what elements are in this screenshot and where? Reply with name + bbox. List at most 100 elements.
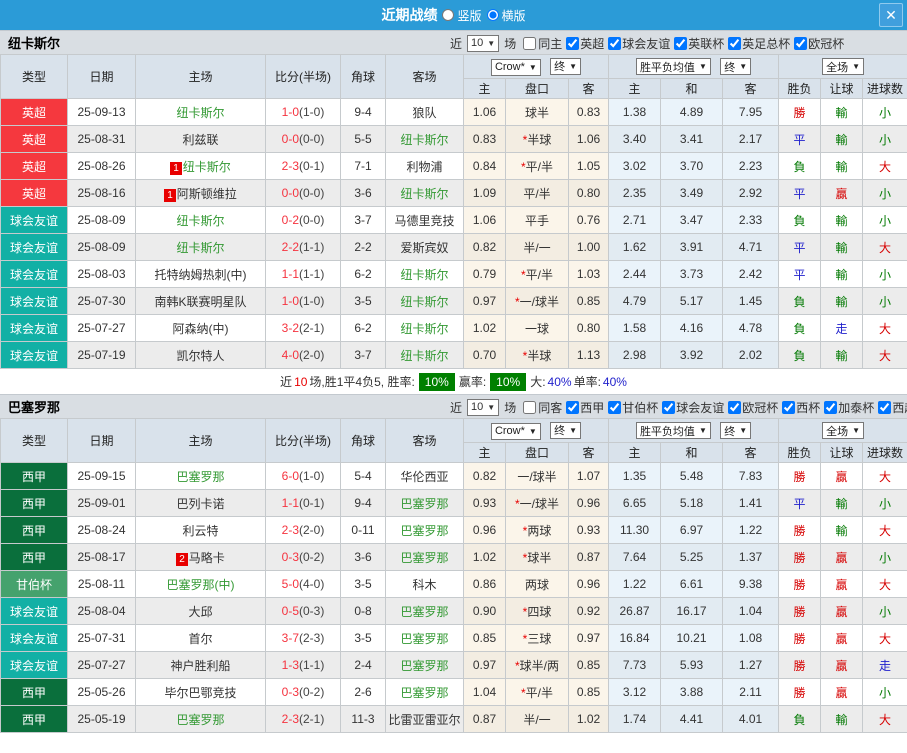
score: 1-3(1-1) [265,651,341,679]
league-filter-checkbox[interactable]: 球会友谊 [658,399,724,416]
handicap: *一/球半 [505,489,569,517]
odds-home: 0.97 [463,287,506,315]
close-icon[interactable]: ✕ [879,3,903,27]
corners: 3-6 [340,179,386,207]
home-team: 毕尔巴鄂竞技 [135,678,266,706]
home-team: 巴塞罗那 [135,462,266,490]
handicap: *三球 [505,624,569,652]
bookmaker-select[interactable]: Crow* ▼ [490,58,541,76]
filter-bar: 近 10 ▼ 场 同主 英超 球会友谊 英联杯 英足总杯 欧冠杯 [448,31,844,55]
league-checkbox-input[interactable] [878,400,892,414]
league-filter-checkbox[interactable]: 英超 [562,35,604,52]
result-group: 全场 ▼ [778,418,907,443]
result-wdl: 負 [778,152,822,180]
odds-home: 0.70 [463,341,506,369]
corners: 0-8 [340,597,386,625]
avg-draw: 5.93 [660,651,724,679]
odds-home: 0.86 [463,570,506,598]
match-row: 球会友谊 25-07-27 阿森纳(中) 3-2(2-1) 6-2 纽卡斯尔 1.02 一球 0… [0,314,907,342]
result-wdl: 負 [778,314,822,342]
league-filter-checkbox[interactable]: 欧冠杯 [790,35,844,52]
result-goals: 大 [862,152,907,180]
avg-stage-select[interactable]: 终 ▼ [720,422,752,439]
league-checkbox-input[interactable] [662,400,676,414]
avg-select[interactable]: 胜平负均值 ▼ [635,58,711,75]
result-goals: 小 [862,543,907,571]
league-filter-checkbox[interactable]: 西杯 [778,399,820,416]
win-rate-badge: 10% [418,372,455,391]
match-count-select[interactable]: 10 ▼ [467,398,500,416]
result-wdl: 勝 [778,678,822,706]
handicap-changed-star: * [522,132,528,147]
radio-horizontal-input[interactable] [486,9,499,21]
odds-stage-select[interactable]: 终 ▼ [550,57,582,75]
same-venue-input[interactable] [523,36,537,50]
handicap: *半球 [505,125,569,153]
corners: 9-4 [340,489,386,517]
same-venue-input[interactable] [523,400,537,414]
league-filter-checkbox[interactable]: 英足总杯 [724,35,790,52]
handicap: 半/一 [505,705,569,733]
filter-bar: 近 10▼ 场 同客 西甲甘伯杯球会友谊欧冠杯西杯加泰杯西超杯 [448,395,907,419]
league-checkbox-input[interactable] [728,36,742,50]
league-checkbox-input[interactable] [794,36,808,50]
league-filter-checkbox[interactable]: 西超杯 [874,399,907,416]
bookmaker-select[interactable]: Crow* ▼ [490,422,541,440]
league-checkbox-input[interactable] [728,400,742,414]
league-checkbox-input[interactable] [608,36,622,50]
league-checkbox-input[interactable] [608,400,622,414]
fulltime-select[interactable]: 全场 ▼ [822,58,865,75]
league-checkbox-input[interactable] [824,400,838,414]
avg-away: 2.92 [722,179,780,207]
league-filter-checkbox[interactable]: 欧冠杯 [724,399,778,416]
league-checkbox-input[interactable] [566,400,580,414]
same-venue-checkbox[interactable]: 同客 [521,399,562,416]
matches-table-body: 英超 25-09-13 纽卡斯尔 1-0(1-0) 9-4 狼队 1.06 球半 0.83 1.3… [0,98,907,369]
league-filter-checkbox[interactable]: 甘伯杯 [604,399,658,416]
avg-away: 2.23 [722,152,780,180]
avg-stage-select[interactable]: 终 ▼ [720,58,752,75]
league-checkbox-input[interactable] [782,400,796,414]
odds-stage-select[interactable]: 终 ▼ [550,421,582,439]
col-home: 主场 [135,418,266,463]
match-count-select[interactable]: 10 ▼ [467,34,500,52]
result-goals: 大 [862,233,907,261]
result-handicap: 輸 [820,489,864,517]
col-avg-away: 客 [722,442,780,463]
match-row: 球会友谊 25-07-19 凯尔特人 4-0(2-0) 3-7 纽卡斯尔 0.70 *半球 1.… [0,341,907,369]
league-type-badge: 球会友谊 [0,597,68,625]
corners: 3-7 [340,206,386,234]
result-wdl: 勝 [778,651,822,679]
radio-vertical-input[interactable] [442,9,455,21]
league-filter-checkbox[interactable]: 球会友谊 [604,35,670,52]
league-filter-checkbox[interactable]: 西甲 [562,399,604,416]
fulltime-select[interactable]: 全场 ▼ [822,422,865,439]
result-handicap: 輸 [820,152,864,180]
result-handicap: 輸 [820,233,864,261]
odds-home: 1.04 [463,678,506,706]
league-filter-checkbox[interactable]: 加泰杯 [820,399,874,416]
league-filter-checkbox[interactable]: 英联杯 [670,35,724,52]
avg-draw: 3.41 [660,125,724,153]
league-type-badge: 西甲 [0,516,68,544]
same-venue-checkbox[interactable]: 同主 [521,35,562,52]
team-section-header: 巴塞罗那 近 10▼ 场 同客 西甲甘伯杯球会友谊欧冠杯西杯加泰杯西超杯 [0,394,907,418]
chevron-down-icon: ▼ [698,62,707,71]
league-checkbox-input[interactable] [566,36,580,50]
handicap: *平/半 [505,678,569,706]
avg-home: 1.35 [608,462,662,490]
col-odds-home: 主 [463,78,506,99]
col-wdl: 胜负 [778,442,822,463]
league-type-badge: 球会友谊 [0,206,68,234]
corners: 6-2 [340,314,386,342]
red-card-badge: 1 [164,188,176,202]
corners: 5-5 [340,125,386,153]
league-type-badge: 球会友谊 [0,260,68,288]
layout-radio-horizontal[interactable]: 横版 [486,7,526,24]
league-checkbox-input[interactable] [674,36,688,50]
avg-select[interactable]: 胜平负均值 ▼ [635,422,711,439]
corners: 3-7 [340,341,386,369]
match-row: 英超 25-08-31 利兹联 0-0(0-0) 5-5 纽卡斯尔 0.83 *半球 1.06 3… [0,125,907,153]
odds-away: 0.87 [567,543,610,571]
layout-radio-vertical[interactable]: 竖版 [442,7,482,24]
